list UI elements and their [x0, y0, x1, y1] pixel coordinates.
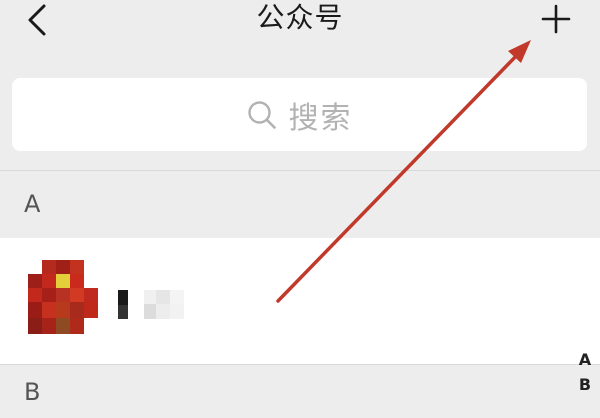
- index-letter-a[interactable]: A: [579, 350, 591, 369]
- section-header-a: A: [0, 171, 600, 237]
- plus-icon: [541, 4, 571, 34]
- avatar: [28, 260, 98, 334]
- index-letter-b[interactable]: B: [579, 375, 591, 394]
- section-letter: A: [24, 190, 41, 218]
- add-button[interactable]: [536, 0, 576, 38]
- blurred-name-icon: [118, 290, 184, 319]
- search-placeholder: 搜索: [288, 100, 353, 136]
- blurred-avatar-icon: [28, 260, 98, 334]
- list-item[interactable]: [0, 238, 600, 364]
- alphabet-index: A B: [570, 350, 600, 394]
- section-header-b: B: [0, 365, 600, 418]
- section-letter: B: [24, 377, 41, 406]
- search-inner: 搜索: [247, 93, 353, 137]
- blurred-name: [114, 284, 194, 324]
- page-title: 公众号: [256, 1, 344, 34]
- top-navbar: 公众号: [0, 0, 600, 60]
- search-input[interactable]: 搜索: [12, 78, 587, 151]
- search-icon: [247, 100, 276, 129]
